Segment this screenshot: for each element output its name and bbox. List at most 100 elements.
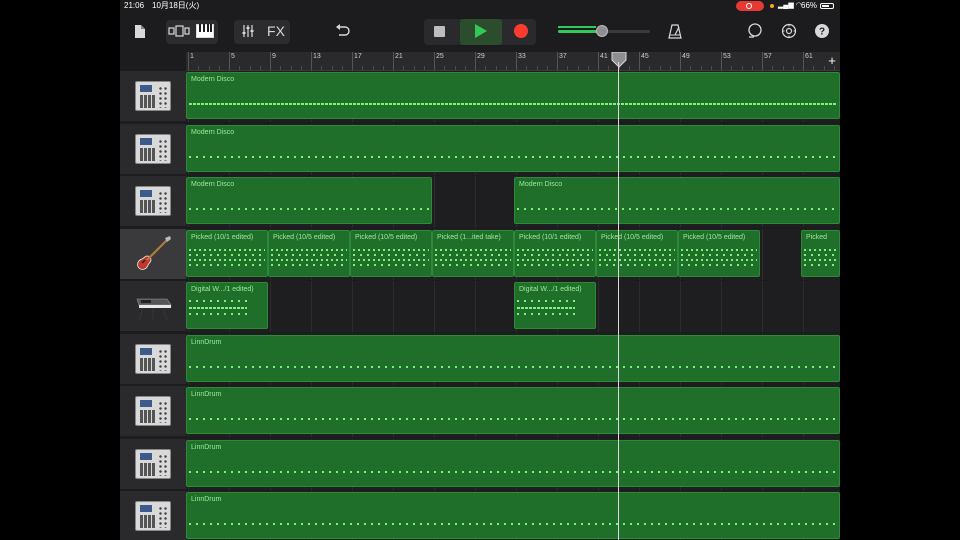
ruler-bar-tick [516,52,517,70]
ruler-beat-tick [444,66,446,70]
ruler-beat-tick [280,66,282,70]
settings-button[interactable] [778,18,800,44]
region-label: Modern Disco [191,128,235,136]
region[interactable]: LinnDrum [186,334,840,382]
undo-button[interactable] [332,18,354,44]
ruler-beat-tick [567,66,569,70]
track-header-drum-machine[interactable] [120,491,186,540]
track-lane[interactable]: Modern Disco [186,123,840,175]
fx-button[interactable]: FX [264,18,288,44]
master-volume-slider[interactable] [558,25,650,37]
region[interactable]: Picked (10/1 edited) [186,229,268,277]
region[interactable]: Picked (10/5 edited) [678,229,760,277]
region[interactable]: LinnDrum [186,439,840,487]
region[interactable]: Picked (10/1 edited) [514,229,596,277]
bar-gridline [270,281,271,332]
region-notes [271,248,347,251]
region-notes [681,248,757,251]
ruler-beat-tick [331,66,333,70]
ruler-beat-tick [198,66,200,70]
svg-text:?: ? [819,27,825,38]
volume-knob[interactable] [596,25,608,37]
ruler-bar-tick [434,52,435,70]
region-notes [517,313,575,315]
track-header-bass-guitar[interactable] [120,228,186,280]
region[interactable]: Picked (10/5 edited) [596,229,678,277]
region-notes [517,300,575,302]
ruler-beat-tick [751,66,753,70]
timeline-ruler[interactable]: + 1 5 9 13 17 21 25 29 33 37 41 45 49 53 57 61 [186,52,840,71]
tracks-view-icon [168,25,190,37]
loop-icon [748,23,762,38]
region-notes [189,258,265,261]
track-lane[interactable]: LinnDrum [186,333,840,385]
region[interactable]: Modern Disco [514,177,840,224]
ruler-bar-tick [393,52,394,70]
bar-gridline [311,281,312,332]
help-button[interactable]: ? [812,18,832,44]
my-songs-button[interactable] [130,18,150,44]
track-header-drum-machine[interactable] [120,438,186,490]
ruler-beat-tick [218,66,220,70]
region-label: Digital W.../1 edited) [519,286,582,293]
ruler-beat-tick [823,66,825,70]
region-notes [599,253,675,256]
toolbar: FX ? [120,12,840,52]
region-notes [517,208,837,210]
metronome-button[interactable] [664,18,686,44]
track-lane[interactable]: Modern Disco Modern Disco [186,176,840,227]
track-lane[interactable]: LinnDrum [186,386,840,437]
ruler-bar-number: 13 [313,53,321,60]
track-lane[interactable]: LinnDrum [186,491,840,540]
status-time: 21:06 [124,1,145,10]
ruler-bar-tick [188,52,189,70]
stop-button[interactable] [428,18,450,44]
piano-keys-icon [196,24,214,38]
ruler-beat-tick [536,66,538,70]
track-header-drum-machine[interactable] [120,123,186,175]
region-notes [353,248,429,251]
region[interactable]: Modern Disco [186,72,840,119]
region[interactable]: Picked (1...ited take) [432,229,514,277]
track-header-drum-machine[interactable] [120,71,186,122]
region-label: Picked (10/5 edited) [355,233,418,241]
mixer-sliders-icon [242,25,254,37]
region[interactable]: Picked [801,229,840,277]
region-label: Picked (1...ited take) [437,233,501,241]
track-header-keyboard-synth[interactable] [120,281,186,332]
region[interactable]: Digital W.../1 edited) [186,282,268,329]
undo-icon [336,24,350,36]
ruler-bar-tick [270,52,271,70]
region-notes [435,253,511,256]
region[interactable]: Picked (10/5 edited) [350,229,432,277]
ruler-beat-tick [577,66,579,70]
ruler-beat-tick [321,66,323,70]
screen-recording-icon[interactable] [736,1,764,11]
track-header-drum-machine[interactable] [120,333,186,385]
tracks-view-button[interactable] [168,18,190,44]
track-header-drum-machine[interactable] [120,176,186,227]
track-lane[interactable]: Digital W.../1 edited) Digital W.../1 edi… [186,281,840,332]
track-lane[interactable]: Picked (10/1 edited) Picked (10/5 edited)… [186,228,840,280]
region[interactable]: LinnDrum [186,387,840,434]
play-button[interactable] [470,18,492,44]
playhead-handle[interactable] [611,52,627,68]
add-section-button[interactable]: + [824,52,840,70]
ruler-beat-tick [300,66,302,70]
ruler-bar-number: 49 [682,53,690,60]
keyboard-button[interactable] [194,18,216,44]
track-lane[interactable]: Modern Disco [186,71,840,122]
mixer-button[interactable] [238,18,258,44]
region-notes [189,155,837,158]
track-lane[interactable]: LinnDrum [186,438,840,490]
region[interactable]: Modern Disco [186,124,840,172]
loop-browser-button[interactable] [744,18,766,44]
record-button[interactable] [510,18,532,44]
region[interactable]: Modern Disco [186,177,432,224]
region[interactable]: Digital W.../1 edited) [514,282,596,329]
track-header-drum-machine[interactable] [120,386,186,437]
ruler-beat-tick [731,66,733,70]
region[interactable]: LinnDrum [186,492,840,539]
ruler-bar-number: 61 [805,53,813,60]
region[interactable]: Picked (10/5 edited) [268,229,350,277]
